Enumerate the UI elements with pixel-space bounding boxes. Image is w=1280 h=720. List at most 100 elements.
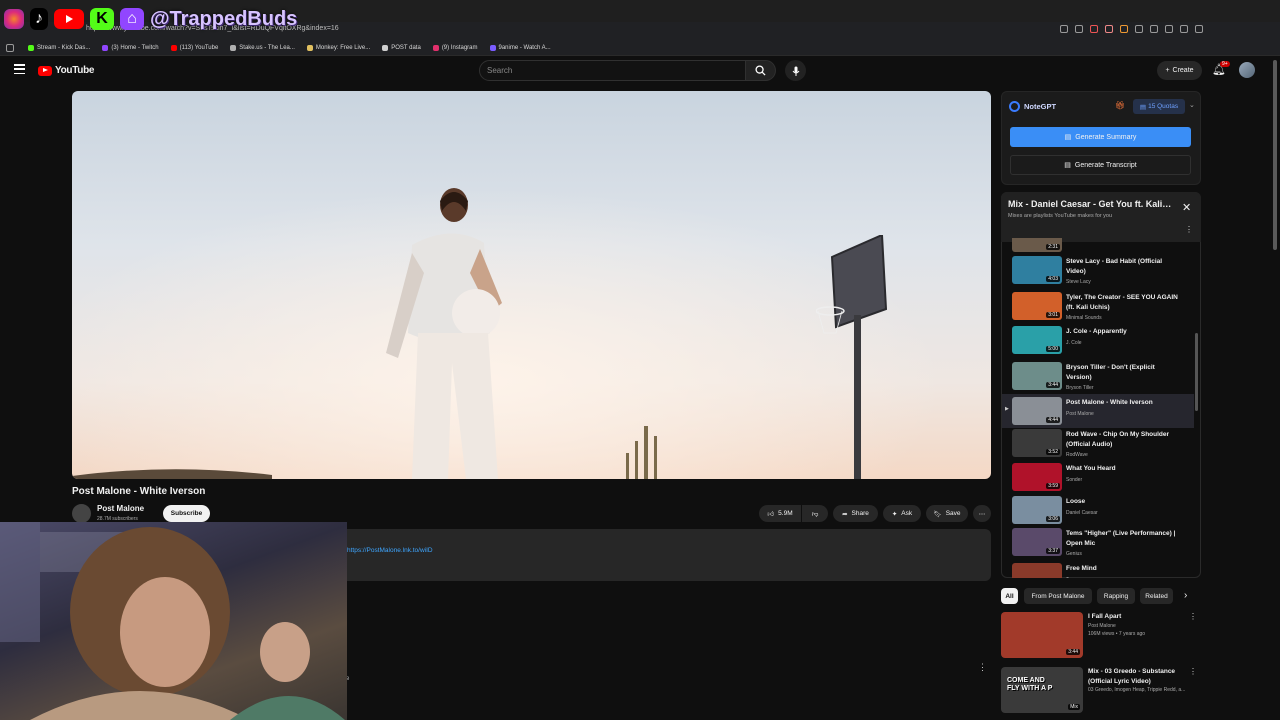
share-button[interactable]: ➦ Share [833,505,878,522]
lock-icon[interactable] [1075,25,1083,33]
search-button[interactable] [746,60,776,81]
account-avatar[interactable] [1239,62,1255,78]
bookmark-item[interactable]: (113) YouTube [167,44,223,51]
bookmark-label: (3) Home - Twitch [111,44,159,51]
bookmark-label: 9anime - Watch A... [498,44,551,51]
gift-icon[interactable]: 🎁︎ [1115,101,1125,110]
channel-avatar[interactable] [72,504,91,523]
extension-icon[interactable] [1135,25,1143,33]
playlist-item[interactable]: 3:52 Rod Wave - Chip On My Shoulder (Offi… [1002,426,1194,460]
channel-name[interactable]: Post Malone [97,504,144,513]
playlist-thumbnail[interactable]: 4:03 [1012,256,1062,284]
chip-rapping[interactable]: Rapping [1097,588,1135,604]
more-options-icon[interactable]: ⋮ [1189,612,1197,621]
recommendation-channel: Post Malone [1088,622,1116,629]
comment-more-icon[interactable]: ⋮ [978,662,987,673]
recommendation-thumbnail[interactable]: 3:44 [1001,612,1083,658]
description-link[interactable]: https://PostMalone.lnk.to/wiID [347,547,433,554]
extension-icon[interactable] [1120,25,1128,33]
more-actions-button[interactable]: ⋯ [973,505,991,522]
playlist-item[interactable]: 3:06 Loose Daniel Caesar [1002,493,1194,527]
chip-related[interactable]: Related [1140,588,1173,604]
close-icon[interactable]: ✕ [1182,201,1191,214]
save-button[interactable]: 🔖︎ Save [926,505,968,522]
playlist-subtitle: Mixes are playlists YouTube makes for yo… [1008,213,1113,219]
playlist-item[interactable]: Free Mind Tems [1002,560,1194,578]
bookmarks-bar: Stream - Kick Das... (3) Home - Twitch (11… [0,40,1280,56]
bookmark-item[interactable]: (3) Home - Twitch [98,44,162,51]
bookmark-favicon-icon [382,44,389,51]
playlist-item-channel: Daniel Caesar [1066,509,1098,516]
playlist-thumbnail[interactable]: 3:37 [1012,528,1062,556]
playlist-item[interactable]: 3:37 Tems "Higher" (Live Performance) | O… [1002,525,1194,559]
generate-summary-button[interactable]: ▤ Generate Summary [1010,127,1191,147]
bookmark-item[interactable]: (9) Instagram [429,44,482,51]
recommendation-item[interactable]: 3:44 I Fall Apart Post Malone 106M views • … [1001,612,1199,662]
subscribe-button[interactable]: Subscribe [163,505,210,522]
quotas-badge[interactable]: ▤ 15 Quotas [1133,99,1185,114]
bookmark-icon: 🔖︎ [933,510,942,518]
generate-transcript-button[interactable]: ▤ Generate Transcript [1010,155,1191,175]
menu-icon[interactable] [1195,25,1203,33]
video-title: Post Malone - White Iverson [72,486,206,497]
recommendation-thumbnail[interactable]: COME AND FLY WITH A P Mix [1001,667,1083,713]
chevron-right-icon[interactable]: › [1184,590,1187,601]
playlist-thumbnail[interactable]: 3:44 [1012,362,1062,390]
playlist-thumbnail[interactable]: 3:59 [1012,463,1062,491]
playlist-item[interactable]: 5:00 J. Cole - Apparently J. Cole [1002,323,1194,357]
youtube-logo[interactable]: YouTube [38,65,95,76]
bookmark-item[interactable]: Stream - Kick Das... [24,44,94,51]
streamer-handle: @TrappedBuds [150,7,298,30]
bookmark-item[interactable]: POST data [378,44,425,51]
chip-all[interactable]: All [1001,588,1018,604]
bookmark-favicon-icon [28,44,34,51]
playlist-thumbnail[interactable]: 2:31 [1012,238,1062,252]
search-input[interactable]: Search [479,60,746,81]
sidebar-icon[interactable] [1165,25,1173,33]
search-icon [755,65,766,76]
playlist-item-channel: J. Cole [1066,339,1082,346]
voice-search-button[interactable] [785,60,806,81]
more-options-icon[interactable]: ⋮ [1189,667,1197,676]
chip-from-post-malone[interactable]: From Post Malone [1024,588,1092,604]
playlist-thumbnail[interactable]: 5:00 [1012,326,1062,354]
apps-grid-icon[interactable] [6,43,14,52]
extension-icon[interactable] [1150,25,1158,33]
instagram-logo-icon [4,9,24,29]
adblock-icon[interactable] [1090,25,1098,33]
playlist-title[interactable]: Mix - Daniel Caesar - Get You ft. Kali U… [1008,199,1173,209]
playlist-thumbnail[interactable]: 3:52 [1012,429,1062,457]
extension-icon[interactable] [1105,25,1113,33]
bookmark-favicon-icon [230,44,237,51]
ask-button[interactable]: ✦ Ask [883,505,921,522]
recommendation-item[interactable]: COME AND FLY WITH A P Mix Mix - 03 Greedo … [1001,667,1199,717]
create-button[interactable]: + Create [1157,61,1202,80]
playlist-item-title: J. Cole - Apparently [1066,328,1127,335]
extension-icon[interactable] [1060,25,1068,33]
bookmark-favicon-icon [170,44,177,51]
playlist-scrollbar[interactable] [1195,333,1198,411]
playlist-item[interactable]: 4:03 Steve Lacy - Bad Habit (Official Vid… [1002,253,1194,287]
bookmark-item[interactable]: 9anime - Watch A... [486,44,555,51]
playlist-thumbnail[interactable] [1012,563,1062,578]
playlist-item-title: Tems "Higher" (Live Performance) | Open … [1066,530,1176,547]
page-scrollbar[interactable] [1273,60,1277,250]
playlist-more-icon[interactable]: ⋮ [1185,225,1193,234]
bookmark-label: Monkey: Free Live... [315,44,371,51]
bookmark-item[interactable]: Stake.us - The Lea... [226,44,299,51]
chevron-down-icon[interactable]: ⌄ [1189,101,1195,109]
youtube-play-icon [38,65,52,76]
playlist-thumbnail[interactable]: 3:06 [1012,496,1062,524]
playlist-item[interactable]: 3:01 Tyler, The Creator - SEE YOU AGAIN (… [1002,289,1194,323]
dislike-button[interactable]: 👎︎ [802,505,828,522]
hamburger-menu-icon[interactable] [14,64,25,74]
playlist-item[interactable]: 3:44 Bryson Tiller - Don't (Explicit Vers… [1002,359,1194,393]
playlist-thumbnail[interactable]: 4:44 [1012,397,1062,425]
like-button[interactable]: 👍︎ 5.9M [759,505,801,522]
playlist-thumbnail[interactable]: 3:01 [1012,292,1062,320]
video-player[interactable] [72,91,991,479]
playlist-item[interactable]: 3:59 What You Heard Sonder [1002,460,1194,494]
playlist-item[interactable]: ▶ 4:44 Post Malone - White Iverson Post Mal… [1002,394,1194,428]
bookmark-item[interactable]: Monkey: Free Live... [303,44,374,51]
music-icon[interactable] [1180,25,1188,33]
